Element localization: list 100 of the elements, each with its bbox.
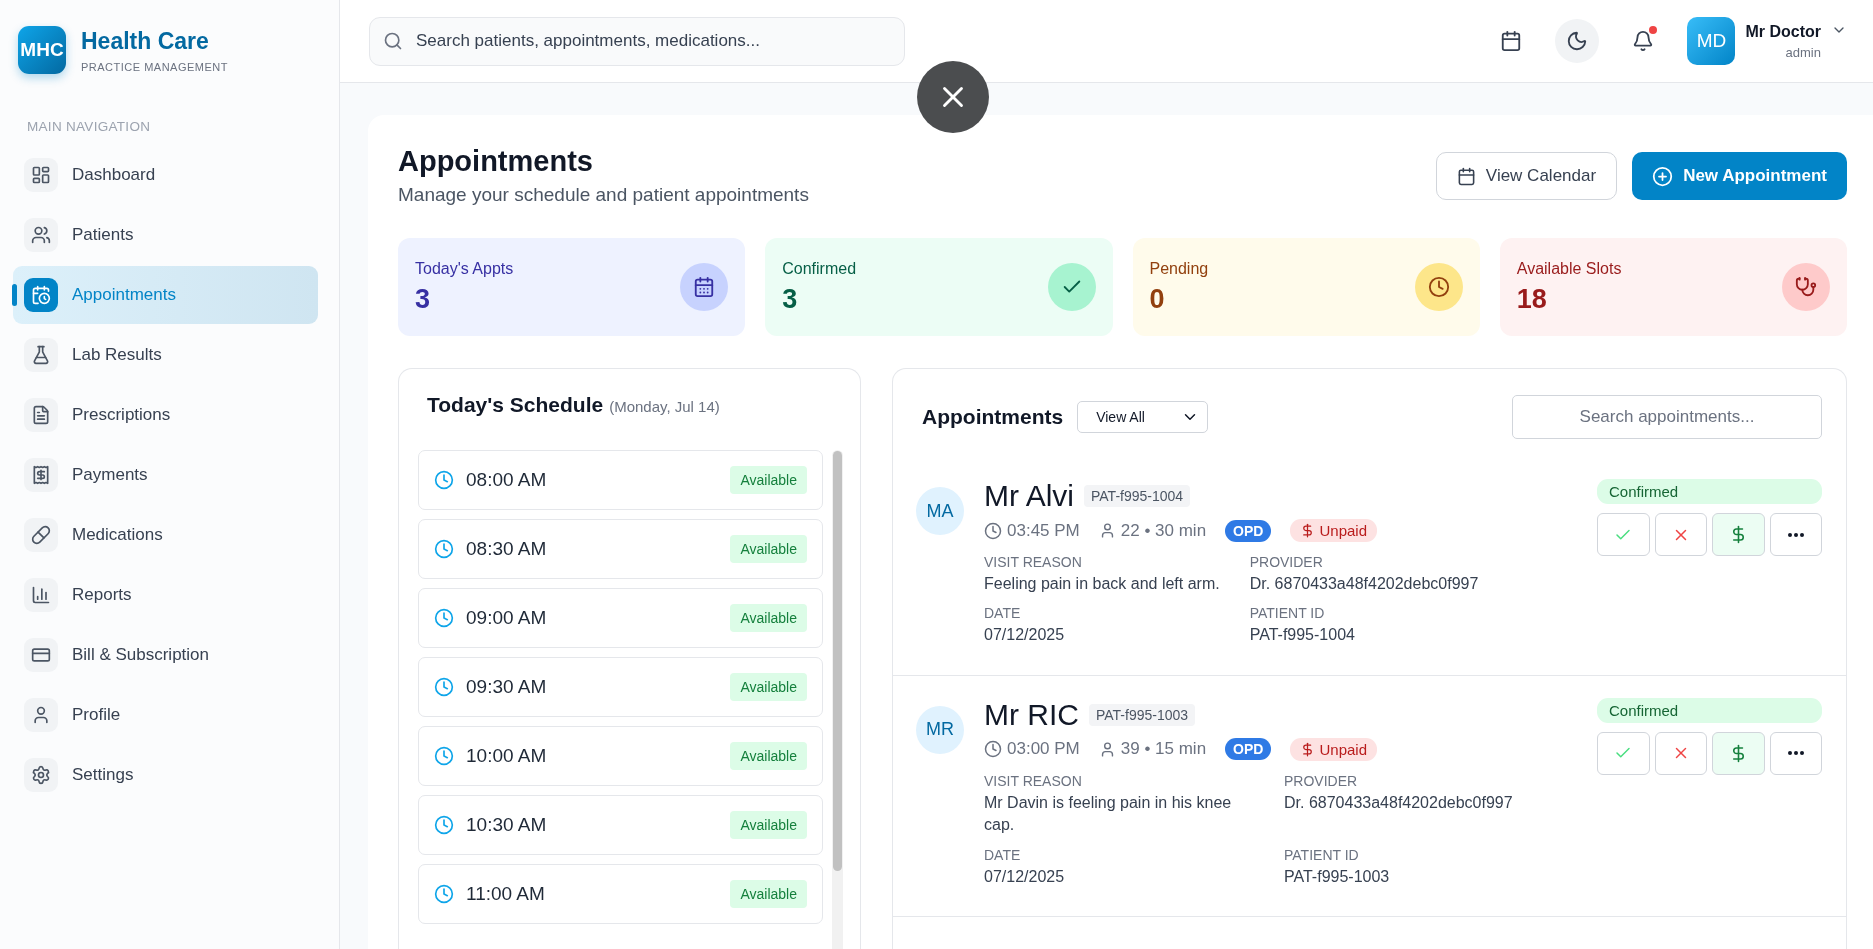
cancel-button[interactable]	[1654, 513, 1707, 556]
field-label: PATIENT ID	[1249, 605, 1326, 622]
nav-item[interactable]: Dashboard	[13, 146, 318, 204]
time-slot[interactable]: 08:30 AM Available	[418, 519, 823, 579]
more-icon	[1787, 751, 1804, 756]
field-value: Mr Davin is feeling pain in his knee cap.	[984, 792, 1233, 836]
time-slot[interactable]: 11:00 AM Available	[418, 864, 823, 924]
bar-chart-icon-box	[24, 578, 58, 612]
field-label: VISIT REASON	[984, 772, 1083, 789]
brand-title: Health Care	[81, 27, 210, 55]
user-role: admin	[1785, 44, 1821, 60]
appointments-search-field[interactable]: Search appointments...	[1512, 395, 1822, 439]
clock-icon	[434, 884, 454, 904]
stethoscope-badge	[1782, 263, 1830, 311]
payment-badge: Unpaid	[1290, 737, 1377, 761]
user-name: Mr Doctor	[1745, 22, 1821, 41]
patient-avatar: MR	[916, 705, 964, 754]
availability-badge: Available	[730, 811, 807, 839]
visit-type-badge: OPD	[1225, 519, 1272, 542]
nav-item[interactable]: Patients	[13, 206, 318, 264]
settings-icon-box	[24, 758, 58, 792]
time-slot[interactable]: 08:00 AM Available	[418, 450, 823, 510]
field-value: 07/12/2025	[984, 866, 1066, 887]
confirm-button[interactable]	[1597, 513, 1650, 556]
time-slot[interactable]: 10:00 AM Available	[418, 726, 823, 786]
cancel-button[interactable]	[1654, 731, 1707, 775]
availability-badge: Available	[730, 673, 807, 701]
clock-icon	[434, 539, 454, 559]
field-value: PAT-f995-1004	[1249, 625, 1356, 646]
nav-item[interactable]: Bill & Subscription	[13, 626, 318, 684]
schedule-date: (Monday, Jul 14)	[609, 398, 720, 415]
slot-time: 08:00 AM	[466, 469, 547, 491]
more-button[interactable]	[1769, 731, 1822, 775]
patient-id-tag: PAT-f995-1003	[1089, 703, 1196, 726]
status-badge: Confirmed	[1597, 479, 1822, 504]
clock-icon	[434, 746, 454, 766]
section-label: MAIN NAVIGATION	[27, 119, 152, 134]
patient-id-tag: PAT-f995-1004	[1084, 485, 1191, 507]
appointment-time: 03:00 PM	[1007, 739, 1080, 760]
users-icon-box	[24, 218, 58, 252]
view-calendar-button[interactable]: View Calendar	[1435, 152, 1618, 200]
receipt-icon-box	[24, 458, 58, 492]
status-badge: Confirmed	[1597, 697, 1822, 723]
age-duration: 39 • 15 min	[1120, 739, 1207, 760]
field-value: Feeling pain in back and left arm.	[984, 574, 1220, 594]
field-value: 07/12/2025	[984, 625, 1066, 646]
credit-card-icon-box	[24, 638, 58, 672]
time-slot[interactable]: 10:30 AM Available	[418, 795, 823, 855]
new-appointment-button[interactable]: New Appointment	[1632, 152, 1847, 200]
nav-item[interactable]: Prescriptions	[13, 386, 318, 444]
appointments-title: Appointments	[922, 405, 1064, 429]
filter-dropdown[interactable]: View All	[1077, 401, 1209, 433]
more-button[interactable]	[1769, 513, 1822, 556]
nav-item[interactable]: Payments	[13, 446, 318, 504]
page-title: Appointments	[398, 145, 594, 178]
bell-icon	[1632, 30, 1655, 52]
plus-circle-icon	[1652, 165, 1674, 187]
slot-time: 11:00 AM	[466, 883, 545, 905]
stat-value: 0	[1149, 283, 1166, 315]
calendar-icon	[1500, 30, 1523, 52]
user-icon-box	[24, 698, 58, 732]
clock-icon	[434, 470, 454, 490]
clock-icon	[984, 740, 1002, 759]
calendar-badge	[680, 263, 729, 311]
brand-subtitle: PRACTICE MANAGEMENT	[81, 60, 228, 73]
stat-value: 18	[1516, 283, 1548, 315]
slot-time: 08:30 AM	[466, 538, 547, 560]
dark-mode-button[interactable]	[1555, 19, 1600, 63]
search-field[interactable]: Search patients, appointments, medications...	[369, 16, 905, 66]
availability-badge: Available	[730, 535, 807, 563]
time-slot[interactable]: 09:30 AM Available	[418, 657, 823, 717]
field-label: PROVIDER	[1249, 554, 1324, 570]
nav-item[interactable]: Reports	[13, 566, 318, 624]
field-label: PROVIDER	[1284, 772, 1359, 789]
availability-badge: Available	[730, 604, 807, 632]
clock-icon	[434, 677, 454, 697]
appointment-time: 03:45 PM	[1007, 520, 1080, 541]
nav-item[interactable]: Lab Results	[13, 326, 318, 384]
slot-time: 10:00 AM	[466, 745, 547, 767]
stat-label: Today's Appts	[415, 259, 514, 278]
time-slot[interactable]: 09:00 AM Available	[418, 588, 823, 648]
field-value: Dr. 6870433a48f4202debc0f997	[1249, 574, 1479, 594]
pill-icon-box	[24, 518, 58, 552]
nav-item[interactable]: Profile	[13, 686, 318, 744]
payment-button[interactable]	[1712, 513, 1765, 556]
nav-item[interactable]: Medications	[13, 506, 318, 564]
age-duration: 22 • 30 min	[1120, 520, 1207, 541]
check-badge	[1047, 263, 1096, 311]
moon-icon	[1566, 30, 1589, 52]
field-label: VISIT REASON	[984, 554, 1083, 570]
payment-button[interactable]	[1712, 731, 1765, 775]
stat-value: 3	[782, 283, 799, 315]
availability-badge: Available	[730, 880, 807, 908]
slot-time: 09:30 AM	[466, 676, 547, 698]
calendar-icon	[1456, 166, 1476, 186]
nav-item[interactable]: Settings	[13, 746, 318, 804]
scrollbar[interactable]	[832, 450, 843, 949]
patient-name: Mr Alvi	[984, 479, 1074, 513]
confirm-button[interactable]	[1597, 731, 1650, 775]
field-label: DATE	[984, 605, 1022, 622]
